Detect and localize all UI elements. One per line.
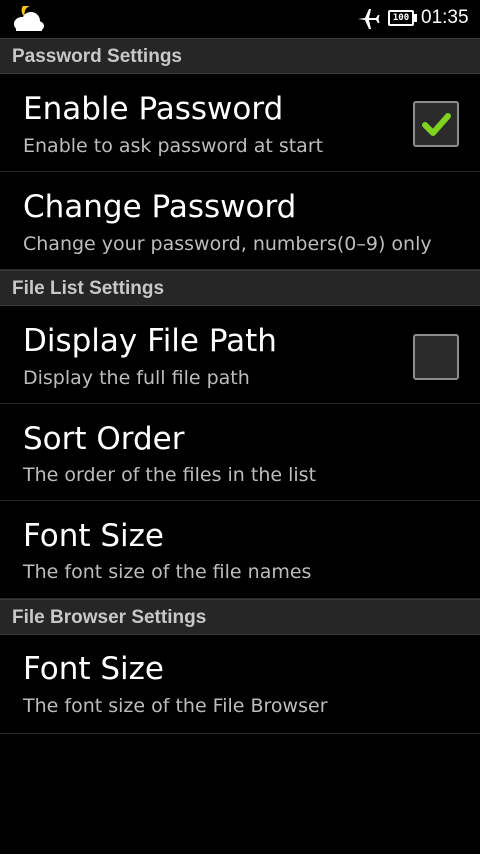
pref-summary: The font size of the file names <box>23 561 312 583</box>
section-header-label: File Browser Settings <box>12 607 207 628</box>
pref-summary: Display the full file path <box>23 367 250 389</box>
battery-nub <box>414 14 417 22</box>
section-header-label: Password Settings <box>12 46 182 67</box>
pref-summary: Change your password, numbers(0–9) only <box>23 233 432 255</box>
pref-file-list-font-size[interactable]: Font Size The font size of the file name… <box>0 501 480 599</box>
display-file-path-checkbox[interactable] <box>413 334 459 380</box>
section-header-file-browser-settings: File Browser Settings <box>0 599 480 635</box>
section-header-file-list-settings: File List Settings <box>0 270 480 306</box>
pref-title: Font Size <box>23 651 164 687</box>
pref-enable-password[interactable]: Enable Password Enable to ask password a… <box>0 74 480 172</box>
pref-summary: The font size of the File Browser <box>23 695 328 717</box>
pref-title: Change Password <box>23 189 297 225</box>
pref-title: Font Size <box>23 518 164 554</box>
status-bar: 100 01:35 <box>0 0 480 38</box>
pref-file-browser-font-size[interactable]: Font Size The font size of the File Brow… <box>0 635 480 734</box>
pref-title: Enable Password <box>23 91 284 127</box>
battery-level: 100 <box>392 13 410 23</box>
pref-display-file-path[interactable]: Display File Path Display the full file … <box>0 306 480 404</box>
weather-cloud-moon-icon <box>14 6 44 31</box>
section-header-password-settings: Password Settings <box>0 38 480 74</box>
pref-title: Sort Order <box>23 421 185 457</box>
pref-change-password[interactable]: Change Password Change your password, nu… <box>0 172 480 270</box>
pref-summary: The order of the files in the list <box>23 464 317 486</box>
pref-title: Display File Path <box>23 323 277 359</box>
pref-summary: Enable to ask password at start <box>23 135 324 157</box>
status-clock: 01:35 <box>421 7 469 28</box>
enable-password-checkbox[interactable] <box>413 101 459 147</box>
airplane-mode-icon <box>358 9 380 29</box>
section-header-label: File List Settings <box>12 278 165 299</box>
pref-sort-order[interactable]: Sort Order The order of the files in the… <box>0 404 480 501</box>
battery-icon: 100 <box>388 10 414 26</box>
checkmark-icon <box>422 113 451 136</box>
